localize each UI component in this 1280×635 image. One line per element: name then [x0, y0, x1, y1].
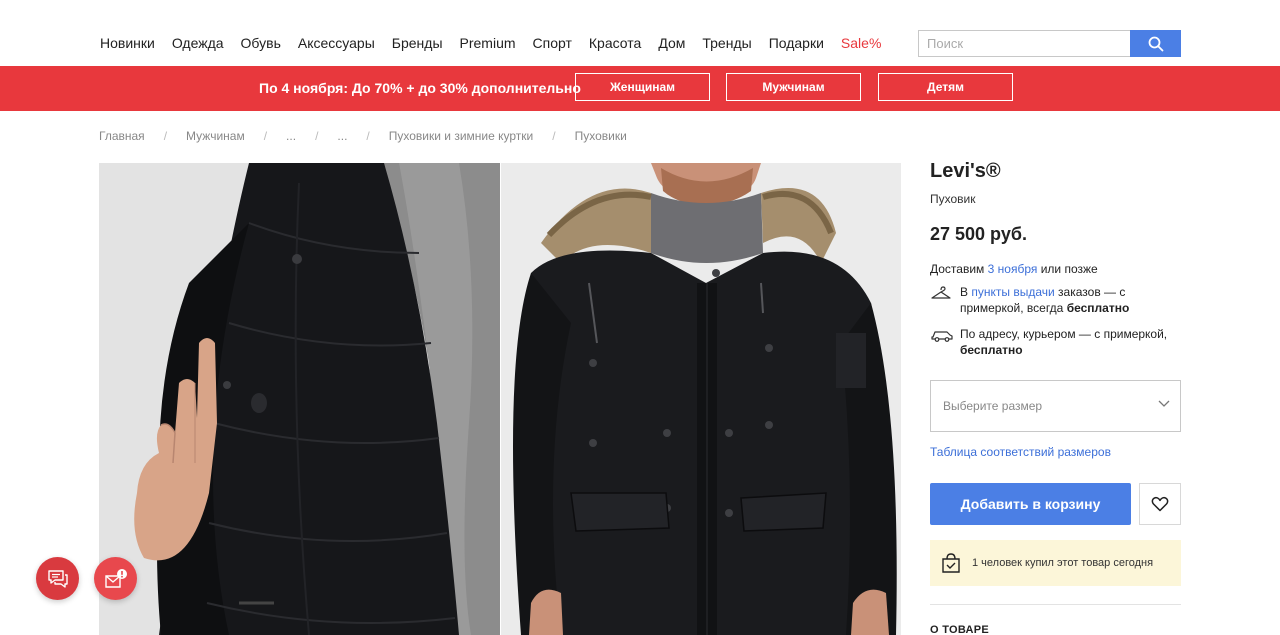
- nav-item-brands[interactable]: Бренды: [392, 35, 443, 51]
- courier-free-label: бесплатно: [960, 343, 1023, 357]
- shopping-bag-check-icon: [942, 553, 960, 573]
- purchase-notice-text: 1 человек купил этот товар сегодня: [972, 557, 1154, 569]
- add-to-cart-button[interactable]: Добавить в корзину: [930, 483, 1131, 525]
- breadcrumb-separator: /: [552, 129, 556, 143]
- pickup-delivery-option: В пункты выдачи заказов — с примеркой, в…: [930, 284, 1181, 316]
- nav-item-premium[interactable]: Premium: [460, 35, 516, 51]
- product-type: Пуховик: [930, 192, 976, 206]
- top-strip: [0, 0, 1280, 18]
- section-divider: [930, 604, 1181, 605]
- breadcrumb-separator: /: [315, 129, 319, 143]
- search-icon: [1148, 36, 1163, 51]
- courier-delivery-option: По адресу, курьером — с примеркой, беспл…: [930, 326, 1181, 358]
- breadcrumb-men[interactable]: Мужчинам: [186, 129, 245, 143]
- product-gallery: [99, 163, 901, 635]
- model-wearing-parka-image: [501, 163, 901, 635]
- product-brand[interactable]: Levi's®: [930, 160, 1001, 183]
- heart-icon: [1151, 496, 1169, 512]
- product-photo-model[interactable]: [501, 163, 901, 635]
- delivery-estimate: Доставим 3 ноября или позже: [930, 262, 1098, 276]
- chevron-down-icon: [1158, 400, 1170, 407]
- nav-item-beauty[interactable]: Красота: [589, 35, 641, 51]
- promo-men-button[interactable]: Мужчинам: [726, 73, 861, 101]
- nav-item-clothing[interactable]: Одежда: [172, 35, 224, 51]
- breadcrumb-puffers[interactable]: Пуховики: [575, 129, 627, 143]
- add-to-favorites-button[interactable]: [1139, 483, 1181, 525]
- size-table-link[interactable]: Таблица соответствий размеров: [930, 445, 1111, 459]
- search-button[interactable]: [1130, 30, 1181, 57]
- search-input[interactable]: [918, 30, 1130, 57]
- delivery-suffix: или позже: [1040, 262, 1098, 276]
- main-navigation: Новинки Одежда Обувь Аксессуары Бренды P…: [0, 18, 1280, 66]
- promo-women-button[interactable]: Женщинам: [575, 73, 710, 101]
- breadcrumb-separator: /: [366, 129, 370, 143]
- chat-button[interactable]: [36, 557, 79, 600]
- pickup-points-link[interactable]: пункты выдачи: [971, 285, 1054, 299]
- breadcrumb-ellipsis[interactable]: ...: [337, 129, 347, 143]
- nav-item-accessories[interactable]: Аксессуары: [298, 35, 375, 51]
- courier-description: По адресу, курьером — с примеркой,: [960, 327, 1168, 341]
- nav-menu: Новинки Одежда Обувь Аксессуары Бренды P…: [100, 35, 898, 51]
- about-product-heading[interactable]: О ТОВАРЕ: [930, 624, 989, 635]
- nav-item-sale[interactable]: Sale%: [841, 35, 881, 51]
- chat-icon: [47, 569, 68, 588]
- nav-item-home[interactable]: Дом: [658, 35, 685, 51]
- feedback-button[interactable]: [94, 557, 137, 600]
- promo-banner: По 4 ноября: До 70% + до 30% дополнитель…: [0, 66, 1280, 111]
- courier-car-icon: [931, 331, 953, 342]
- breadcrumb: Главная / Мужчинам / ... / ... / Пуховик…: [99, 129, 627, 143]
- promo-text: По 4 ноября: До 70% + до 30% дополнитель…: [259, 80, 581, 96]
- size-select-placeholder: Выберите размер: [943, 399, 1043, 413]
- promo-kids-button[interactable]: Детям: [878, 73, 1013, 101]
- product-price: 27 500 руб.: [930, 224, 1027, 244]
- size-select[interactable]: Выберите размер: [930, 380, 1181, 432]
- breadcrumb-separator: /: [163, 129, 168, 143]
- mail-alert-icon: [104, 568, 127, 588]
- breadcrumb-down-jackets[interactable]: Пуховики и зимние куртки: [389, 129, 533, 143]
- nav-item-sport[interactable]: Спорт: [533, 35, 572, 51]
- breadcrumb-separator: /: [263, 129, 268, 143]
- delivery-date-link[interactable]: 3 ноября: [988, 262, 1038, 276]
- pickup-prefix: В: [960, 285, 969, 299]
- breadcrumb-ellipsis[interactable]: ...: [286, 129, 296, 143]
- nav-item-trends[interactable]: Тренды: [702, 35, 751, 51]
- jacket-lining-image: [99, 163, 500, 635]
- hanger-icon: [931, 286, 951, 299]
- product-photo-inside[interactable]: [99, 163, 500, 635]
- nav-item-new[interactable]: Новинки: [100, 35, 155, 51]
- breadcrumb-home[interactable]: Главная: [99, 129, 145, 143]
- pickup-free-label: бесплатно: [1066, 301, 1130, 315]
- search-bar: [918, 30, 1181, 57]
- delivery-prefix: Доставим: [930, 262, 985, 276]
- nav-item-gifts[interactable]: Подарки: [769, 35, 824, 51]
- purchase-notice: 1 человек купил этот товар сегодня: [930, 540, 1181, 586]
- nav-item-shoes[interactable]: Обувь: [241, 35, 281, 51]
